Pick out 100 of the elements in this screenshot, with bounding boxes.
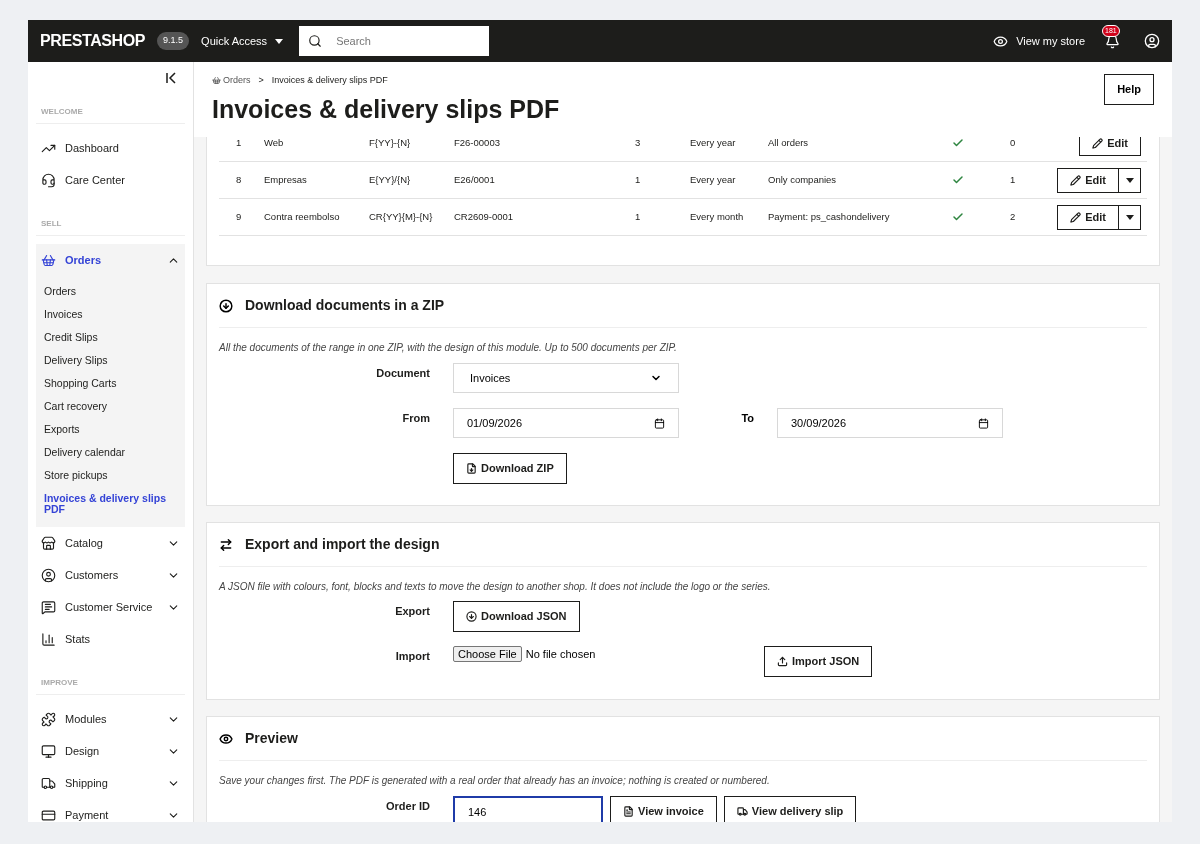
version-badge: 9.1.5 (157, 32, 190, 50)
sidebar-section-label: IMPROVE (36, 677, 185, 695)
account-icon[interactable] (1144, 33, 1160, 49)
search-icon (308, 34, 323, 48)
action-button[interactable]: Import JSON (764, 646, 873, 677)
breadcrumb-link[interactable]: Orders (212, 74, 251, 88)
monitor-icon (41, 743, 56, 759)
dropdown-toggle[interactable] (1119, 204, 1141, 230)
table-cell-text: Only companies (768, 172, 838, 187)
action-button[interactable]: Edit (1057, 204, 1119, 230)
sidebar-item[interactable]: Care Center (36, 164, 185, 196)
table-cell-text: 8 (235, 172, 243, 187)
swap-arrows-icon (219, 537, 233, 552)
headset-icon (41, 172, 56, 188)
store-icon (41, 535, 56, 551)
calendar-icon (654, 417, 665, 429)
sidebar-subitem[interactable]: Delivery calendar (36, 441, 185, 464)
file-status: No file chosen (525, 647, 596, 662)
sidebar-subitem[interactable]: Invoices & delivery slips PDF (36, 487, 185, 521)
table-cell-text: 1 (235, 137, 243, 150)
field-label: Import (394, 649, 430, 664)
table-cell-text: F{YY}-{N} (369, 137, 412, 150)
sidebar-item[interactable]: Orders (36, 244, 185, 276)
sidebar-item[interactable]: Design (36, 735, 185, 767)
page-title: Invoices & delivery slips PDF (212, 93, 561, 125)
truck-icon (736, 806, 748, 817)
download-circle-icon (466, 611, 477, 622)
action-button[interactable]: Edit (1057, 167, 1119, 193)
table-cell-text: Every year (690, 172, 737, 187)
sidebar-item[interactable]: Dashboard (36, 132, 185, 164)
table-cell-text: 1 (1010, 172, 1017, 187)
sidebar-item[interactable]: Stats (36, 623, 185, 655)
section-title: Export and import the design (245, 535, 440, 554)
basket-icon (212, 76, 221, 86)
table-cell-text: CR{YY}{M}-{N} (369, 209, 434, 224)
message-icon (41, 599, 56, 615)
table-cell-text: E26/0001 (454, 172, 496, 187)
table-cell-text: E{YY}/{N} (369, 172, 412, 187)
table-cell-text: Payment: ps_cashondelivery (768, 209, 891, 224)
table-cell-text: 2 (1010, 209, 1017, 224)
choose-file-button[interactable]: Choose File (453, 646, 522, 662)
date-field[interactable]: 01/09/2026 (453, 408, 679, 438)
sidebar-subitem[interactable]: Delivery Slips (36, 349, 185, 372)
document-select[interactable]: Invoices (453, 363, 679, 393)
sidebar-item[interactable]: Catalog (36, 527, 185, 559)
logo[interactable]: PRESTASHOP (40, 29, 146, 53)
section-title: Download documents in a ZIP (245, 296, 445, 315)
user-circle-icon (41, 567, 56, 583)
action-button[interactable]: View invoice (610, 796, 717, 822)
pencil-icon (1070, 211, 1082, 223)
action-button[interactable]: Download JSON (453, 601, 580, 632)
sidebar-subitem[interactable]: Credit Slips (36, 326, 185, 349)
collapse-icon[interactable] (165, 72, 177, 84)
table-cell-text: F26-00003 (454, 137, 501, 150)
date-field[interactable]: 30/09/2026 (777, 408, 1003, 438)
section-title: Preview (245, 729, 298, 748)
sidebar-item[interactable]: Modules (36, 703, 185, 735)
action-button[interactable]: Edit (1079, 137, 1141, 156)
dropdown-toggle[interactable] (1119, 167, 1141, 193)
search-field[interactable]: Search (299, 26, 490, 56)
section-description: Save your changes first. The PDF is generated with a real order that already has an invoice; nothing is created or numbered. (219, 774, 771, 788)
table-cell-text: Every year (690, 137, 737, 150)
eye-icon (993, 33, 1009, 49)
table-cell-text: Web (264, 137, 285, 150)
quick-access-button[interactable]: Quick Access (201, 32, 284, 50)
order-id-field[interactable]: 146 (453, 796, 603, 822)
pencil-icon (1070, 174, 1082, 186)
sidebar-item[interactable]: Customer Service (36, 591, 185, 623)
file-download-icon (466, 463, 477, 474)
action-button[interactable]: Download ZIP (453, 453, 567, 484)
field-label: Export (394, 604, 430, 619)
sidebar-subitem[interactable]: Shopping Carts (36, 372, 185, 395)
table-cell-text: Empresas (264, 172, 308, 187)
sidebar-subitem[interactable]: Exports (36, 418, 185, 441)
table-cell-text: 1 (635, 172, 642, 187)
table-cell-text: Contra reembolso (264, 209, 341, 224)
eye-icon (219, 731, 233, 746)
bar-chart-icon (41, 631, 56, 647)
table-cell-text: All orders (768, 137, 810, 150)
breadcrumb-current: Invoices & delivery slips PDF (271, 74, 388, 87)
sidebar-section-label: WELCOME (36, 106, 185, 124)
sidebar-item[interactable]: Shipping (36, 767, 185, 799)
download-circle-icon (219, 298, 233, 313)
sidebar-subitem[interactable]: Store pickups (36, 464, 185, 487)
sidebar-item[interactable]: Payment (36, 799, 185, 822)
help-button[interactable]: Help (1104, 74, 1154, 105)
sidebar-subitem[interactable]: Orders (36, 280, 185, 303)
field-label: Order ID (385, 799, 430, 814)
caret-icon (275, 38, 284, 44)
table-cell-text: 3 (635, 137, 642, 150)
sidebar-subitem[interactable]: Cart recovery (36, 395, 185, 418)
puzzle-icon (41, 711, 56, 727)
sidebar-item[interactable]: Customers (36, 559, 185, 591)
breadcrumb-separator: > (258, 74, 264, 87)
view-store-link[interactable]: View my store (1016, 32, 1085, 50)
sidebar-subitem[interactable]: Invoices (36, 303, 185, 326)
sidebar-section-label: SELL (36, 218, 185, 236)
basket-icon (41, 252, 56, 268)
action-button[interactable]: View delivery slip (723, 796, 857, 822)
table-cell-text: 0 (1010, 137, 1017, 150)
